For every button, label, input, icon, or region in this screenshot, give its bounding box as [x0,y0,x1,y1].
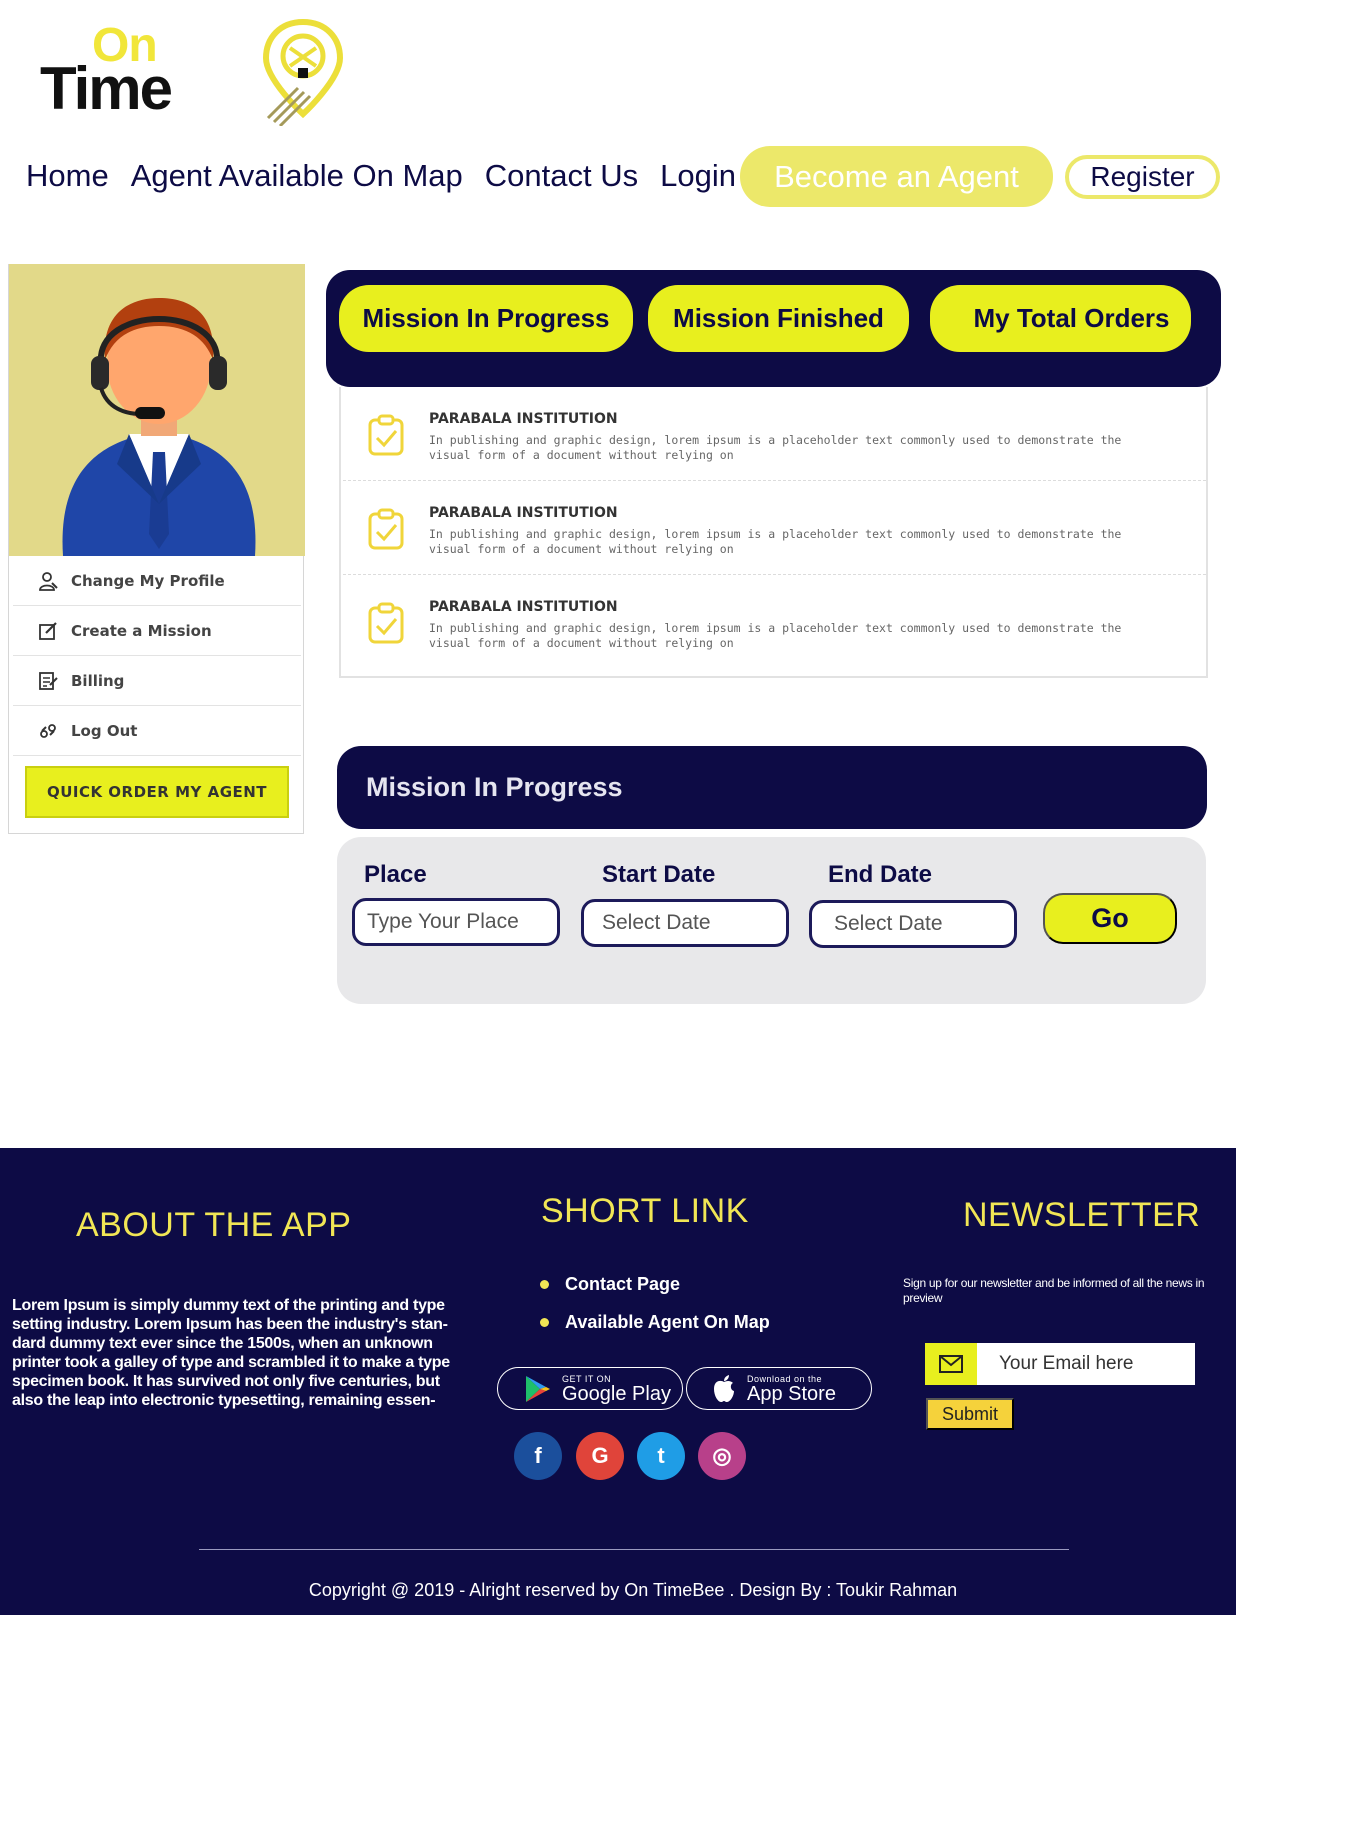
billing-icon [37,670,59,692]
tab-total-orders[interactable]: My Total Orders [930,285,1191,352]
mission-description: In publishing and graphic design, lorem … [429,621,1122,650]
logo-time-text: Time [40,55,173,122]
tab-mission-finished[interactable]: Mission Finished [648,285,909,352]
start-date-label: Start Date [602,861,716,888]
google-play-big: Google Play [562,1382,671,1405]
short-link-agent-map[interactable]: Available Agent On Map [540,1312,770,1333]
bullet-icon [540,1280,549,1289]
footer-divider [199,1549,1069,1550]
submit-button[interactable]: Submit [926,1398,1014,1430]
google-play-button[interactable]: GET IT ON Google Play [497,1367,683,1410]
sidebar-item-label: Billing [71,671,125,690]
user-edit-icon [37,570,59,592]
nav-agent-map[interactable]: Agent Available On Map [131,158,463,194]
place-input[interactable]: Type Your Place [352,898,560,946]
list-item[interactable]: PARABALA INSTITUTION In publishing and g… [343,387,1206,481]
tab-mission-in-progress[interactable]: Mission In Progress [339,285,633,352]
logo[interactable]: On Time [40,18,344,128]
play-store-icon [526,1375,550,1402]
app-store-button[interactable]: Download on the App Store [686,1367,872,1410]
short-link-contact[interactable]: Contact Page [540,1274,770,1295]
about-text: Lorem Ipsum is simply dummy text of the … [12,1297,450,1409]
unlink-icon [37,720,59,742]
place-label: Place [364,861,427,888]
mission-progress-header: Mission In Progress [337,746,1207,829]
short-link-title: SHORT LINK [541,1192,749,1230]
sidebar-menu: Change My Profile Create a Mission Billi… [13,556,301,756]
mission-tabbar: Mission In Progress Mission Finished My … [326,270,1221,387]
email-placeholder: Your Email here [999,1353,1134,1374]
end-date-label: End Date [828,861,933,888]
google-play-small: GET IT ON [562,1373,612,1384]
mission-title: PARABALA INSTITUTION [429,505,618,521]
become-agent-button[interactable]: Become an Agent [740,146,1053,207]
bee-map-pin-icon [262,18,344,126]
copyright-text: Copyright @ 2019 - Alright reserved by O… [308,1580,958,1600]
mission-search-form: Place Type Your Place Start Date Select … [337,837,1206,1004]
quick-order-button[interactable]: QUICK ORDER MY AGENT [25,766,289,818]
facebook-icon[interactable]: f [514,1432,562,1480]
clipboard-check-icon [368,508,404,550]
sidebar-item-label: Change My Profile [71,571,225,590]
email-field[interactable]: Your Email here [925,1343,1195,1385]
mission-description: In publishing and graphic design, lorem … [429,527,1122,556]
nav-login[interactable]: Login [660,158,736,194]
sidebar-item-label: Create a Mission [71,621,212,640]
nav-home[interactable]: Home [26,158,109,194]
list-item[interactable]: PARABALA INSTITUTION In publishing and g… [343,575,1206,669]
clipboard-check-icon [368,414,404,456]
go-button[interactable]: Go [1043,893,1177,944]
list-item[interactable]: PARABALA INSTITUTION In publishing and g… [343,481,1206,575]
bullet-icon [540,1318,549,1327]
nav-contact[interactable]: Contact Us [485,158,638,194]
sidebar-item-create-mission[interactable]: Create a Mission [13,606,301,656]
sidebar: Change My Profile Create a Mission Billi… [8,264,305,834]
short-link-list: Contact Page Available Agent On Map [540,1274,770,1350]
mission-description: In publishing and graphic design, lorem … [429,433,1122,462]
about-title: ABOUT THE APP [76,1206,352,1244]
register-button[interactable]: Register [1065,155,1220,199]
main-nav: Home Agent Available On Map Contact Us L… [26,158,758,194]
avatar [9,264,305,556]
google-icon[interactable]: G [576,1432,624,1480]
envelope-icon [925,1343,977,1385]
pencil-square-icon [37,620,59,642]
app-store-small: Download on the [747,1373,823,1384]
app-store-big: App Store [747,1382,836,1405]
mission-title: PARABALA INSTITUTION [429,411,618,427]
sidebar-item-label: Log Out [71,721,138,740]
agent-avatar-icon [62,298,256,556]
clipboard-check-icon [368,602,404,644]
sidebar-item-logout[interactable]: Log Out [13,706,301,756]
newsletter-title: NEWSLETTER [963,1196,1201,1234]
end-date-input[interactable]: Select Date [809,900,1017,948]
mission-title: PARABALA INSTITUTION [429,599,618,615]
instagram-icon[interactable]: ◎ [698,1432,746,1480]
mission-list: PARABALA INSTITUTION In publishing and g… [339,387,1208,678]
short-link-label: Contact Page [565,1274,681,1294]
short-link-label: Available Agent On Map [565,1312,770,1332]
footer: ABOUT THE APP Lorem Ipsum is simply dumm… [0,1148,1236,1615]
sidebar-item-change-profile[interactable]: Change My Profile [13,556,301,606]
start-date-input[interactable]: Select Date [581,899,789,947]
apple-icon [714,1374,734,1402]
twitter-icon[interactable]: t [637,1432,685,1480]
newsletter-text: Sign up for our newsletter and be inform… [903,1276,1205,1305]
sidebar-item-billing[interactable]: Billing [13,656,301,706]
